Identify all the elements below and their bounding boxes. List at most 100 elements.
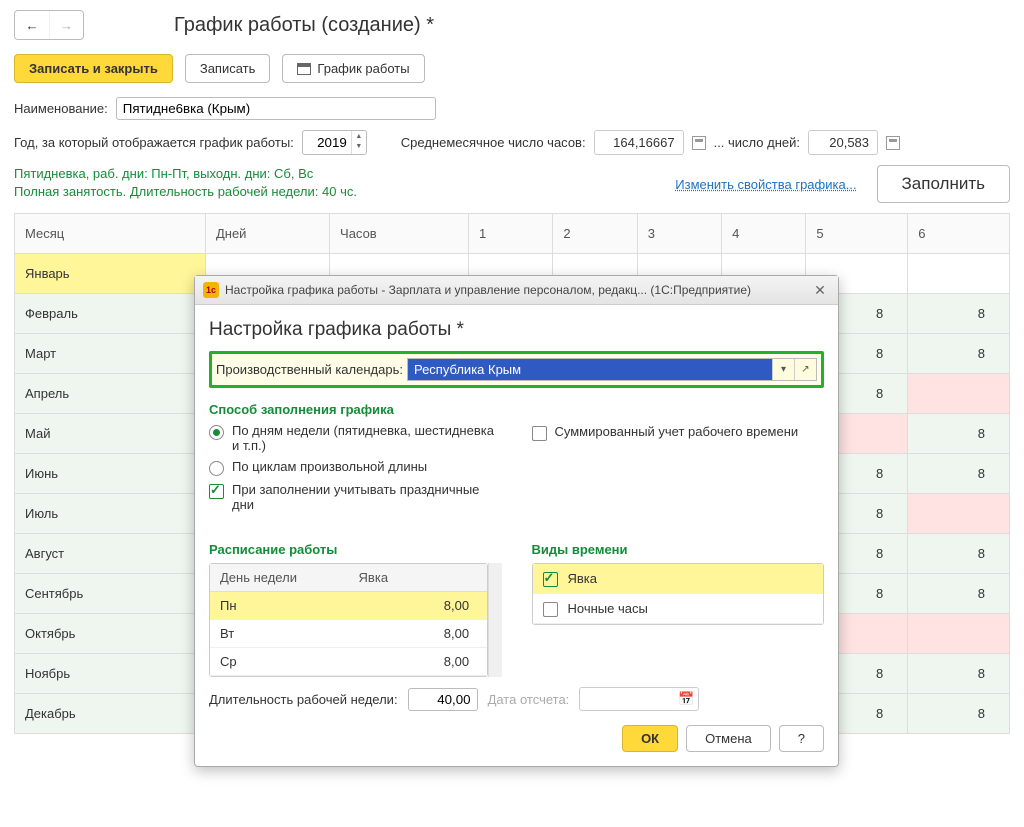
name-input[interactable] <box>116 97 436 120</box>
checkbox-holidays[interactable] <box>209 484 224 499</box>
modal-window-title: Настройка графика работы - Зарплата и уп… <box>225 283 810 297</box>
week-length-label: Длительность рабочей недели: <box>209 692 398 707</box>
save-close-button[interactable]: Записать и закрыть <box>14 54 173 83</box>
type-attendance-label: Явка <box>568 571 598 586</box>
week-length-input[interactable] <box>408 688 478 711</box>
calculator-icon[interactable] <box>886 136 900 150</box>
radio-by-weekday-label: По дням недели (пятидневка, шестидневка … <box>232 423 502 453</box>
avg-hours-value: 164,16667 <box>594 130 684 155</box>
column-header: 5 <box>806 214 908 254</box>
column-header: 6 <box>908 214 1010 254</box>
modal-heading: Настройка графика работы * <box>209 319 824 341</box>
grid-cell[interactable]: 8 <box>908 414 1010 454</box>
grid-cell[interactable]: 8 <box>908 694 1010 734</box>
calendar-label: Производственный календарь: <box>216 362 403 377</box>
cancel-button[interactable]: Отмена <box>686 725 771 752</box>
settings-modal: 1c Настройка графика работы - Зарплата и… <box>194 275 839 767</box>
grid-cell[interactable]: Март <box>15 334 206 374</box>
calendar-field-highlight: Производственный календарь: Республика К… <box>209 351 824 388</box>
radio-by-weekday[interactable] <box>209 425 224 440</box>
nav-forward-button[interactable]: → <box>49 11 83 39</box>
print-schedule-label: График работы <box>317 61 409 76</box>
avg-hours-label: Среднемесячное число часов: <box>401 135 586 150</box>
grid-cell[interactable]: 8 <box>908 534 1010 574</box>
grid-cell[interactable]: Январь <box>15 254 206 294</box>
grid-cell[interactable]: Май <box>15 414 206 454</box>
schedule-table[interactable]: День недели Явка Пн 8,00 Вт 8,00 <box>209 563 488 677</box>
table-row: Пн 8,00 <box>210 592 487 620</box>
grid-cell[interactable]: Июль <box>15 494 206 534</box>
name-label: Наименование: <box>14 101 108 116</box>
grid-cell[interactable] <box>908 254 1010 294</box>
column-header: 3 <box>637 214 721 254</box>
grid-cell[interactable]: Декабрь <box>15 694 206 734</box>
fill-method-title: Способ заполнения графика <box>209 402 502 417</box>
info-line-2: Полная занятость. Длительность рабочей н… <box>14 183 357 201</box>
save-button[interactable]: Записать <box>185 54 271 83</box>
checkbox-summarized[interactable] <box>532 426 547 441</box>
year-input[interactable] <box>303 131 351 154</box>
column-header: Часов <box>330 214 469 254</box>
column-header: Месяц <box>15 214 206 254</box>
days-label: ... число дней: <box>714 135 800 150</box>
checkbox-summarized-label: Суммированный учет рабочего времени <box>555 424 799 439</box>
radio-by-cycle-label: По циклам произвольной длины <box>232 459 427 474</box>
nav-back-button[interactable]: ← <box>15 11 49 39</box>
close-icon[interactable]: ✕ <box>810 280 830 300</box>
table-row: Вт 8,00 <box>210 620 487 648</box>
scrollbar[interactable] <box>488 563 501 677</box>
column-header: 2 <box>553 214 637 254</box>
calendar-value: Республика Крым <box>408 359 772 380</box>
help-button[interactable]: ? <box>779 725 824 752</box>
grid-cell[interactable] <box>908 614 1010 654</box>
list-item: Ночные часы <box>533 594 824 624</box>
printer-icon <box>297 63 311 75</box>
year-down-button[interactable]: ▼ <box>352 141 366 151</box>
checkbox-type-attendance[interactable] <box>543 572 558 587</box>
grid-cell[interactable]: 8 <box>908 294 1010 334</box>
checkbox-holidays-label: При заполнении учитывать праздничные дни <box>232 482 502 512</box>
start-date-label: Дата отсчета: <box>488 692 570 707</box>
grid-cell[interactable]: 8 <box>908 454 1010 494</box>
table-row: Ср 8,00 <box>210 648 487 676</box>
grid-cell[interactable] <box>908 494 1010 534</box>
open-icon[interactable]: ↗ <box>794 359 816 380</box>
start-date-input[interactable]: 📅 <box>579 687 699 711</box>
arrow-right-icon: → <box>60 18 73 33</box>
fill-button[interactable]: Заполнить <box>877 165 1010 203</box>
grid-cell[interactable]: Февраль <box>15 294 206 334</box>
dropdown-icon[interactable]: ▾ <box>772 359 794 380</box>
calendar-icon: 📅 <box>678 691 694 707</box>
schedule-section-title: Расписание работы <box>209 542 502 557</box>
radio-by-cycle[interactable] <box>209 461 224 476</box>
year-label: Год, за который отображается график рабо… <box>14 135 294 150</box>
year-up-button[interactable]: ▲ <box>352 131 366 141</box>
grid-cell[interactable]: Июнь <box>15 454 206 494</box>
type-night-label: Ночные часы <box>568 601 648 616</box>
sched-header-day: День недели <box>210 564 349 591</box>
grid-cell[interactable]: 8 <box>908 574 1010 614</box>
grid-cell[interactable]: Сентябрь <box>15 574 206 614</box>
grid-cell[interactable]: Апрель <box>15 374 206 414</box>
arrow-left-icon: ← <box>26 18 39 33</box>
grid-cell[interactable]: Ноябрь <box>15 654 206 694</box>
ok-button[interactable]: ОК <box>622 725 678 752</box>
calendar-combo[interactable]: Республика Крым ▾ ↗ <box>407 358 817 381</box>
sched-header-attendance: Явка <box>349 564 488 591</box>
print-schedule-button[interactable]: График работы <box>282 54 424 83</box>
grid-cell[interactable]: Октябрь <box>15 614 206 654</box>
time-types-table: Явка Ночные часы <box>532 563 825 625</box>
types-section-title: Виды времени <box>532 542 825 557</box>
column-header: 1 <box>469 214 553 254</box>
calculator-icon[interactable] <box>692 136 706 150</box>
app-icon: 1c <box>203 282 219 298</box>
grid-cell[interactable]: 8 <box>908 654 1010 694</box>
grid-cell[interactable]: Август <box>15 534 206 574</box>
list-item: Явка <box>533 564 824 594</box>
column-header: Дней <box>205 214 329 254</box>
checkbox-type-night[interactable] <box>543 602 558 617</box>
column-header: 4 <box>722 214 806 254</box>
grid-cell[interactable]: 8 <box>908 334 1010 374</box>
grid-cell[interactable] <box>908 374 1010 414</box>
change-properties-link[interactable]: Изменить свойства графика... <box>675 177 856 192</box>
